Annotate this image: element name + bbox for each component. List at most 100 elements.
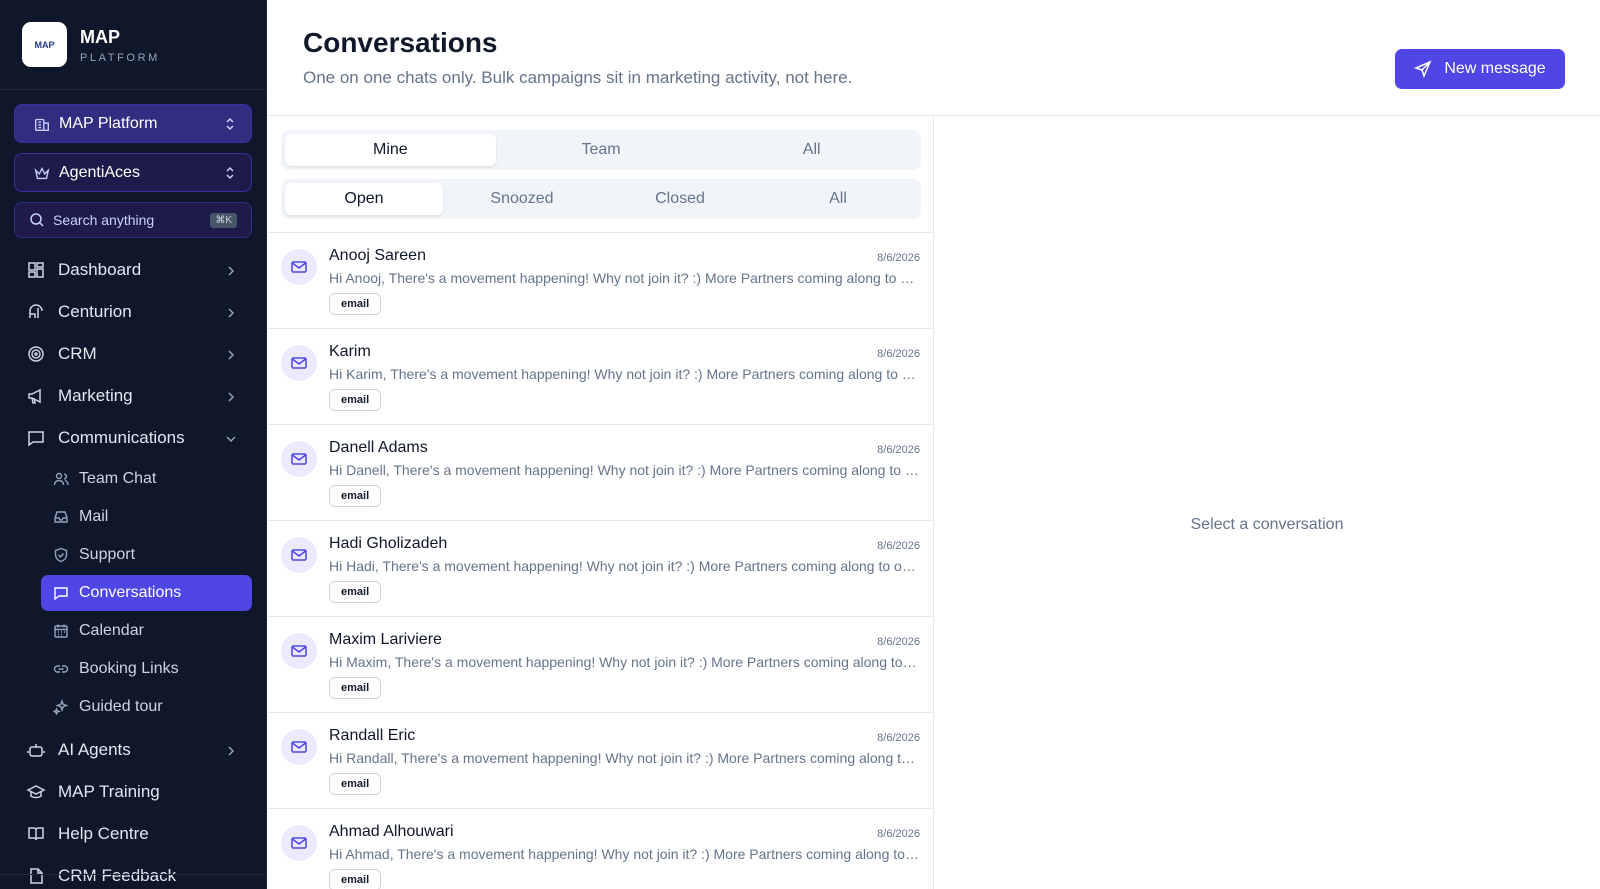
contact-name: Hadi Gholizadeh bbox=[329, 535, 448, 552]
conversation-row[interactable]: Karim 8/6/2026 Hi Karim, There's a movem… bbox=[267, 329, 933, 425]
conversation-date: 8/6/2026 bbox=[877, 348, 920, 360]
mail-icon bbox=[281, 825, 317, 861]
message-preview: Hi Danell, There's a movement happening!… bbox=[329, 462, 919, 478]
chevron-right-icon bbox=[224, 263, 238, 277]
tab-closed[interactable]: Closed bbox=[601, 183, 759, 215]
send-icon bbox=[1414, 60, 1432, 79]
message-preview: Hi Karim, There's a movement happening! … bbox=[329, 366, 919, 382]
sidebar-item-booking-links[interactable]: Booking Links bbox=[41, 651, 252, 687]
nav-item-label: Help Centre bbox=[58, 824, 149, 843]
sidebar-divider bbox=[0, 874, 266, 875]
nav-item-ai-agents[interactable]: AI Agents bbox=[14, 730, 252, 770]
sidebar-item-support[interactable]: Support bbox=[41, 537, 252, 573]
nav-item-label: CRM Feedback bbox=[58, 866, 177, 885]
channel-badge: email bbox=[329, 389, 382, 411]
dashboard-icon bbox=[26, 260, 46, 280]
mail-icon bbox=[281, 633, 317, 669]
contact-name: Maxim Lariviere bbox=[329, 631, 442, 648]
search-input[interactable]: Search anything ⌘K bbox=[14, 202, 252, 238]
mail-icon bbox=[281, 441, 317, 477]
conversation-row[interactable]: Maxim Lariviere 8/6/2026 Hi Maxim, There… bbox=[267, 617, 933, 713]
channel-badge: email bbox=[329, 869, 382, 889]
conversation-row[interactable]: Ahmad Alhouwari 8/6/2026 Hi Ahmad, There… bbox=[267, 809, 933, 889]
nav-item-help-centre[interactable]: Help Centre bbox=[14, 814, 252, 854]
mail-icon bbox=[281, 537, 317, 573]
channel-badge: email bbox=[329, 293, 382, 315]
tab-snoozed[interactable]: Snoozed bbox=[443, 183, 601, 215]
conversation-date: 8/6/2026 bbox=[877, 540, 920, 552]
sidebar-item-guided-tour[interactable]: Guided tour bbox=[41, 689, 252, 725]
channel-badge: email bbox=[329, 485, 382, 507]
megaphone-icon bbox=[26, 386, 46, 406]
platform-selector[interactable]: MAP Platform bbox=[14, 104, 252, 143]
conversation-date: 8/6/2026 bbox=[877, 828, 920, 840]
conversation-row[interactable]: Randall Eric 8/6/2026 Hi Randall, There'… bbox=[267, 713, 933, 809]
nav-item-crm-feedback[interactable]: CRM Feedback bbox=[14, 856, 252, 889]
nav-item-label: Communications bbox=[58, 428, 185, 447]
nav-item-communications[interactable]: Communications bbox=[14, 418, 252, 458]
message-preview: Hi Anooj, There's a movement happening! … bbox=[329, 270, 919, 286]
new-message-button[interactable]: New message bbox=[1395, 49, 1565, 89]
nav-item-label: MAP Training bbox=[58, 782, 160, 801]
nav-item-centurion[interactable]: Centurion bbox=[14, 292, 252, 332]
nav-item-map-training[interactable]: MAP Training bbox=[14, 772, 252, 812]
mail-icon bbox=[281, 249, 317, 285]
file-icon bbox=[26, 866, 46, 886]
contact-name: Karim bbox=[329, 343, 371, 360]
crown-icon bbox=[33, 164, 51, 182]
conversation-date: 8/6/2026 bbox=[877, 636, 920, 648]
nav-item-label: CRM bbox=[58, 344, 97, 363]
tab-all-status[interactable]: All bbox=[759, 183, 917, 215]
page-title: Conversations bbox=[303, 27, 498, 58]
sidebar-item-conversations[interactable]: Conversations bbox=[41, 575, 252, 611]
sidebar-item-team-chat[interactable]: Team Chat bbox=[41, 461, 252, 497]
message-preview: Hi Ahmad, There's a movement happening! … bbox=[329, 846, 919, 862]
page-subtitle: One on one chats only. Bulk campaigns si… bbox=[303, 68, 853, 87]
link-icon bbox=[53, 661, 69, 677]
calendar-icon bbox=[53, 623, 69, 639]
empty-state-text: Select a conversation bbox=[1190, 516, 1344, 533]
conversation-date: 8/6/2026 bbox=[877, 252, 920, 264]
brand-subtitle: PLATFORM bbox=[80, 52, 160, 64]
helmet-icon bbox=[26, 302, 46, 322]
conversation-row[interactable]: Danell Adams 8/6/2026 Hi Danell, There's… bbox=[267, 425, 933, 521]
new-message-label: New message bbox=[1444, 60, 1546, 77]
nav-item-dashboard[interactable]: Dashboard bbox=[14, 250, 252, 290]
page-header: Conversations One on one chats only. Bul… bbox=[267, 0, 1600, 116]
workspace-selector-label: AgentiAces bbox=[59, 163, 140, 181]
chevron-right-icon bbox=[224, 389, 238, 403]
sidebar: MAP MAP PLATFORM MAP Platform AgentiAces… bbox=[0, 0, 267, 889]
search-placeholder: Search anything bbox=[53, 212, 155, 228]
sidebar-item-label: Booking Links bbox=[79, 660, 179, 677]
target-icon bbox=[26, 344, 46, 364]
conversation-row[interactable]: Hadi Gholizadeh 8/6/2026 Hi Hadi, There'… bbox=[267, 521, 933, 617]
tab-team[interactable]: Team bbox=[496, 134, 707, 166]
tab-all-scope[interactable]: All bbox=[706, 134, 917, 166]
tab-open[interactable]: Open bbox=[285, 183, 443, 215]
tab-mine[interactable]: Mine bbox=[285, 134, 496, 166]
sidebar-item-mail[interactable]: Mail bbox=[41, 499, 252, 535]
channel-badge: email bbox=[329, 773, 382, 795]
workspace-selector[interactable]: AgentiAces bbox=[14, 153, 252, 192]
brand-name: MAP bbox=[80, 27, 120, 47]
platform-selector-label: MAP Platform bbox=[59, 114, 158, 132]
sparkles-icon bbox=[52, 698, 69, 716]
conversation-row[interactable]: Anooj Sareen 8/6/2026 Hi Anooj, There's … bbox=[267, 233, 933, 329]
nav-item-crm[interactable]: CRM bbox=[14, 334, 252, 374]
chevron-right-icon bbox=[224, 743, 238, 757]
contact-name: Anooj Sareen bbox=[329, 247, 426, 264]
contact-name: Ahmad Alhouwari bbox=[329, 823, 454, 840]
contact-name: Danell Adams bbox=[329, 439, 428, 456]
sidebar-item-calendar[interactable]: Calendar bbox=[41, 613, 252, 649]
nav-item-marketing[interactable]: Marketing bbox=[14, 376, 252, 416]
nav-item-label: Marketing bbox=[58, 386, 133, 405]
nav-item-label: Centurion bbox=[58, 302, 132, 321]
users-icon bbox=[53, 471, 69, 487]
message-square-icon bbox=[53, 585, 69, 601]
nav-item-label: AI Agents bbox=[58, 740, 131, 759]
nav-item-label: Dashboard bbox=[58, 260, 142, 279]
brand-logo[interactable]: MAP bbox=[22, 22, 67, 67]
conversation-list-pane: Mine Team All Open Snoozed Closed All An… bbox=[267, 117, 934, 889]
conversation-date: 8/6/2026 bbox=[877, 732, 920, 744]
channel-badge: email bbox=[329, 677, 382, 699]
